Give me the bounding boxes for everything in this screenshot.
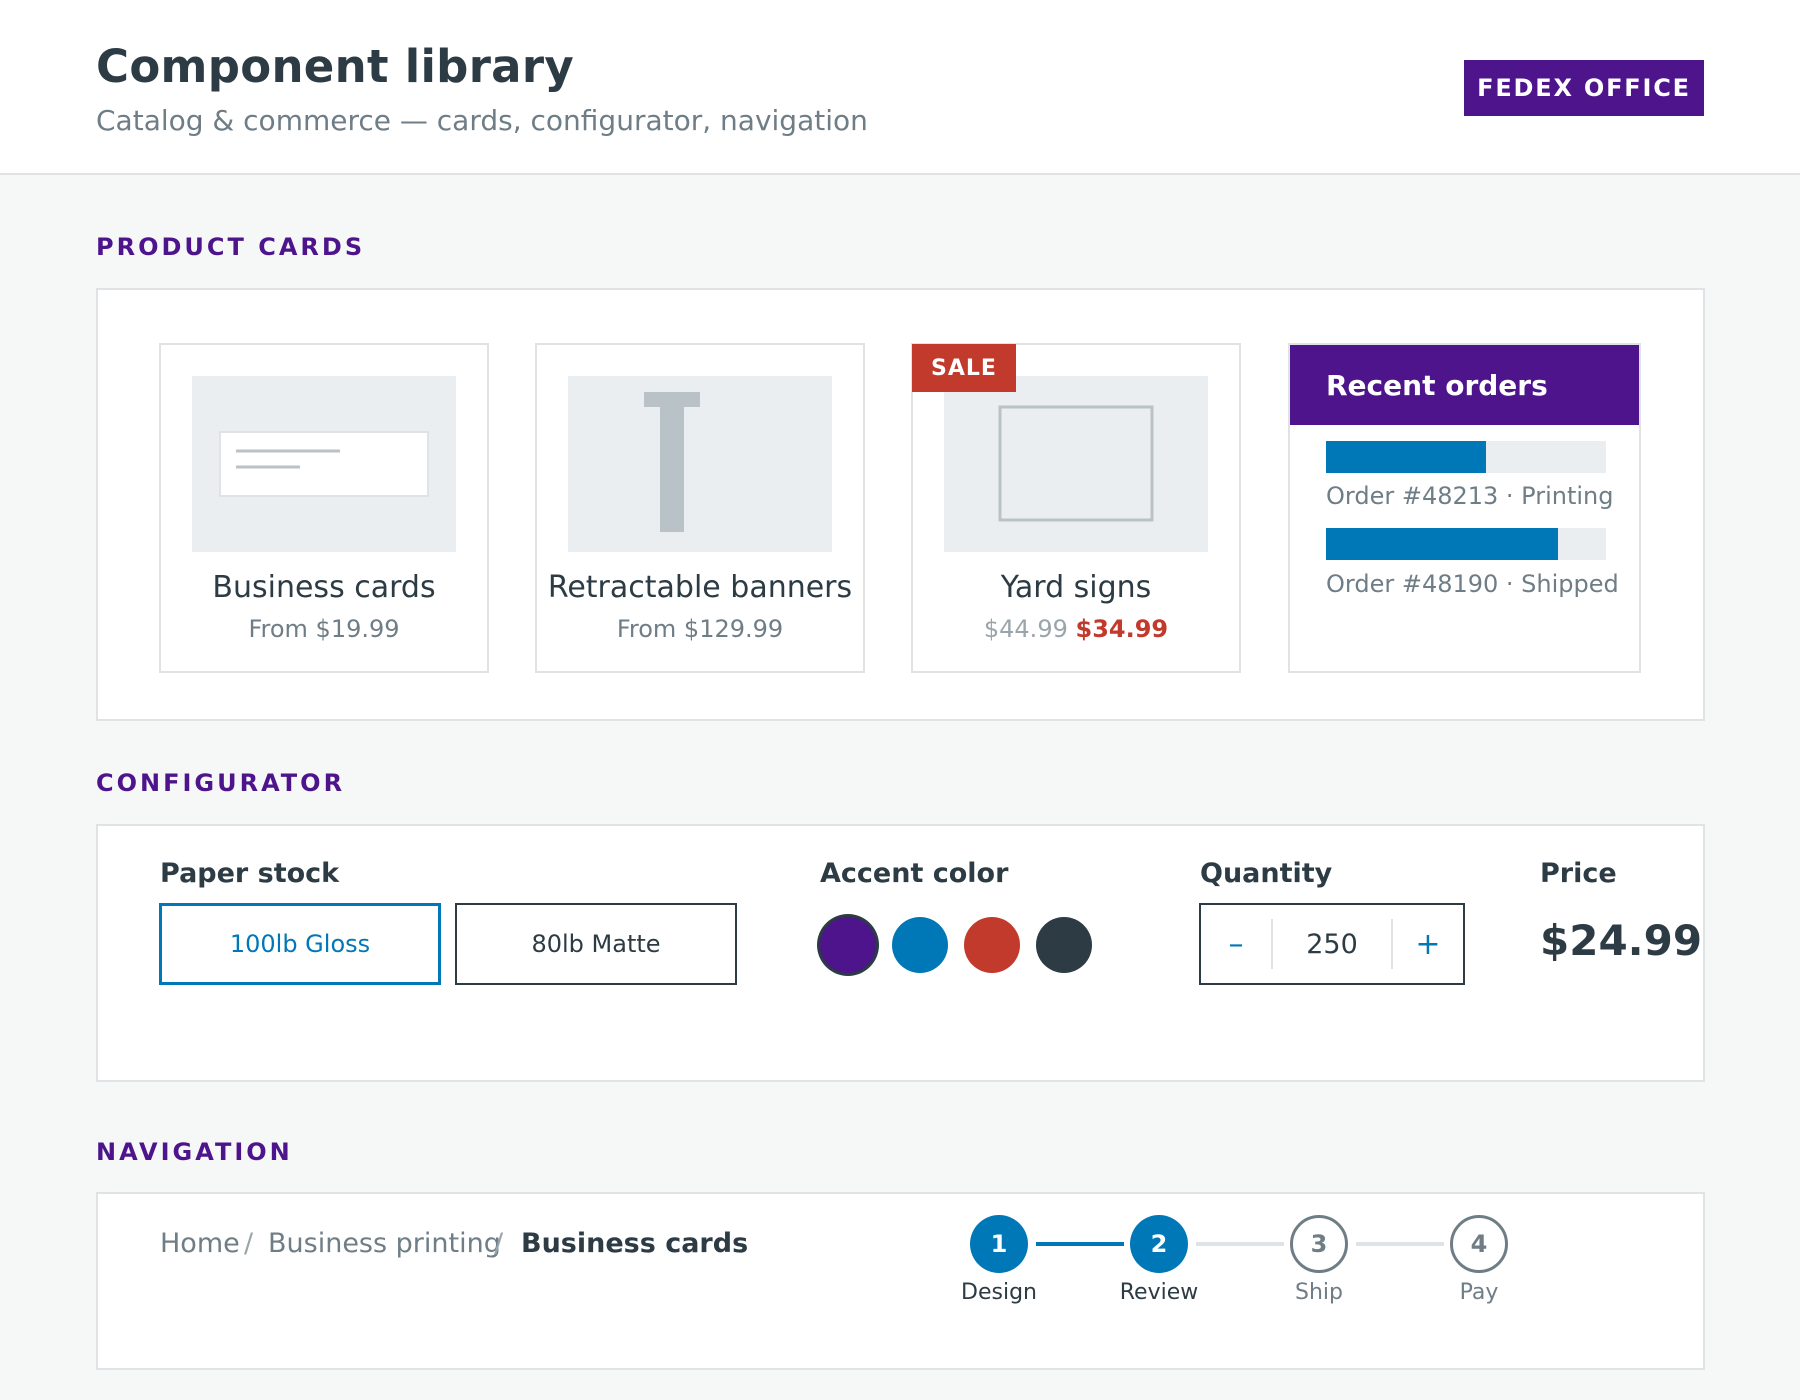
order-progress-bar bbox=[1326, 528, 1606, 560]
color-swatch-red[interactable] bbox=[964, 917, 1020, 973]
increment-button[interactable]: + bbox=[1393, 905, 1463, 983]
price-label: Price bbox=[1540, 858, 1617, 889]
product-price: From $19.99 bbox=[248, 615, 400, 643]
step-1-label: Design bbox=[961, 1280, 1037, 1305]
step-4-label: Pay bbox=[1459, 1280, 1499, 1305]
product-card-business-cards[interactable]: Business cards From $19.99 bbox=[159, 343, 489, 673]
product-title: Business cards bbox=[212, 570, 436, 605]
decrement-button[interactable]: – bbox=[1201, 905, 1271, 983]
quantity-stepper: – 250 + bbox=[1199, 903, 1465, 985]
step-4-circle[interactable]: 4 bbox=[1450, 1215, 1508, 1273]
order-progress-fill bbox=[1326, 528, 1559, 560]
original-price: $44.99 bbox=[983, 615, 1068, 643]
page-subtitle: Catalog & commerce — cards, configurator… bbox=[96, 104, 868, 137]
page-header: Component library Catalog & commerce — c… bbox=[0, 0, 1800, 175]
quantity-label: Quantity bbox=[1200, 858, 1333, 889]
order-progress-fill bbox=[1326, 441, 1486, 473]
product-title: Yard signs bbox=[1000, 570, 1152, 605]
section-title-products: PRODUCT CARDS bbox=[96, 233, 366, 261]
product-price: $44.99 $34.99 bbox=[913, 615, 1239, 643]
order-status-label[interactable]: Order #48190 · Shipped bbox=[1326, 570, 1619, 598]
section-title-configurator: CONFIGURATOR bbox=[96, 769, 346, 797]
breadcrumb-separator: / bbox=[244, 1228, 254, 1259]
color-swatch-slate[interactable] bbox=[1036, 917, 1092, 973]
paper-option-gloss[interactable]: 100lb Gloss bbox=[159, 903, 441, 985]
quantity-value[interactable]: 250 bbox=[1273, 905, 1391, 983]
breadcrumb-home[interactable]: Home bbox=[160, 1228, 240, 1259]
product-card-yard-signs[interactable]: Yard signs $44.99 $34.99 bbox=[911, 343, 1241, 673]
step-3-circle[interactable]: 3 bbox=[1290, 1215, 1348, 1273]
accent-color-label: Accent color bbox=[820, 858, 1009, 889]
product-title: Retractable banners bbox=[547, 570, 853, 605]
step-connector bbox=[1036, 1242, 1124, 1246]
product-card-retractable-banners[interactable]: Retractable banners From $129.99 bbox=[535, 343, 865, 673]
recent-orders-card: Recent orders Order #48213 · Printing Or… bbox=[1288, 343, 1641, 673]
step-connector bbox=[1196, 1242, 1284, 1246]
order-status-label[interactable]: Order #48213 · Printing bbox=[1326, 482, 1614, 510]
section-title-navigation: NAVIGATION bbox=[96, 1138, 293, 1166]
color-swatch-blue[interactable] bbox=[892, 917, 948, 973]
recent-orders-title: Recent orders bbox=[1290, 345, 1639, 425]
color-swatch-purple[interactable] bbox=[820, 917, 876, 973]
paper-option-matte[interactable]: 80lb Matte bbox=[455, 903, 737, 985]
yard-sign-icon bbox=[944, 376, 1208, 552]
order-progress-bar bbox=[1326, 441, 1606, 473]
step-2-label: Review bbox=[1119, 1280, 1199, 1305]
sale-badge: SALE bbox=[912, 344, 1016, 392]
step-connector bbox=[1356, 1242, 1444, 1246]
sale-price: $34.99 bbox=[1075, 615, 1169, 643]
step-3-label: Ship bbox=[1295, 1280, 1343, 1305]
banner-stand-icon bbox=[568, 376, 832, 552]
brand-badge[interactable]: FEDEX OFFICE bbox=[1464, 60, 1704, 116]
business-card-icon bbox=[192, 376, 456, 552]
breadcrumb-separator: / bbox=[494, 1228, 504, 1259]
product-price: From $129.99 bbox=[616, 615, 784, 643]
breadcrumb-business-printing[interactable]: Business printing bbox=[268, 1228, 501, 1259]
step-2-circle[interactable]: 2 bbox=[1130, 1215, 1188, 1273]
page-title: Component library bbox=[96, 40, 574, 93]
step-1-circle[interactable]: 1 bbox=[970, 1215, 1028, 1273]
price-value: $24.99 bbox=[1540, 916, 1703, 965]
paper-stock-label: Paper stock bbox=[160, 858, 340, 889]
breadcrumb-current: Business cards bbox=[521, 1228, 749, 1259]
